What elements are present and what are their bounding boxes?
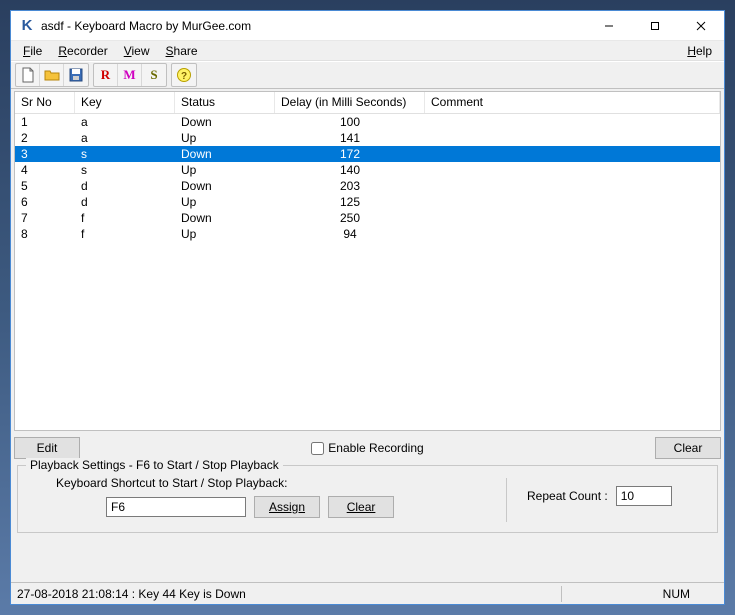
cell-status: Down [175, 146, 275, 162]
save-file-icon[interactable] [64, 64, 88, 86]
cell-delay: 100 [275, 114, 425, 130]
cell-key: d [75, 194, 175, 210]
status-numlock: NUM [663, 587, 718, 601]
cell-key: s [75, 146, 175, 162]
table-row[interactable]: 3sDown172 [15, 146, 720, 162]
toolbar: R M S ? [11, 61, 724, 89]
cell-comment [425, 226, 720, 242]
cell-sr: 8 [15, 226, 75, 242]
status-text: 27-08-2018 21:08:14 : Key 44 Key is Down [17, 587, 557, 601]
cell-key: f [75, 210, 175, 226]
repeat-count-input[interactable] [616, 486, 672, 506]
cell-status: Down [175, 178, 275, 194]
table-row[interactable]: 6dUp125 [15, 194, 720, 210]
cell-key: d [75, 178, 175, 194]
cell-comment [425, 210, 720, 226]
cell-delay: 203 [275, 178, 425, 194]
minimize-button[interactable] [586, 11, 632, 41]
cell-delay: 125 [275, 194, 425, 210]
cell-sr: 4 [15, 162, 75, 178]
cell-key: a [75, 130, 175, 146]
macro-button-icon[interactable]: M [118, 64, 142, 86]
cell-status: Up [175, 162, 275, 178]
repeat-count-label: Repeat Count : [527, 489, 608, 503]
cell-comment [425, 194, 720, 210]
playback-group-title: Playback Settings - F6 to Start / Stop P… [26, 458, 283, 472]
cell-sr: 7 [15, 210, 75, 226]
enable-recording-input[interactable] [311, 442, 324, 455]
playback-settings-group: Playback Settings - F6 to Start / Stop P… [17, 465, 718, 533]
table-row[interactable]: 4sUp140 [15, 162, 720, 178]
menu-share[interactable]: Share [158, 42, 206, 60]
cell-delay: 141 [275, 130, 425, 146]
cell-delay: 94 [275, 226, 425, 242]
cell-key: a [75, 114, 175, 130]
macro-table[interactable]: Sr No Key Status Delay (in Milli Seconds… [14, 91, 721, 431]
maximize-button[interactable] [632, 11, 678, 41]
new-file-icon[interactable] [16, 64, 40, 86]
assign-button[interactable]: Assign [254, 496, 320, 518]
table-row[interactable]: 2aUp141 [15, 130, 720, 146]
open-file-icon[interactable] [40, 64, 64, 86]
table-row[interactable]: 8fUp94 [15, 226, 720, 242]
table-row[interactable]: 1aDown100 [15, 114, 720, 130]
shortcut-label: Keyboard Shortcut to Start / Stop Playba… [56, 476, 486, 490]
col-status[interactable]: Status [175, 92, 275, 113]
col-key[interactable]: Key [75, 92, 175, 113]
clear-button[interactable]: Clear [655, 437, 721, 459]
cell-comment [425, 162, 720, 178]
cell-sr: 3 [15, 146, 75, 162]
svg-text:?: ? [181, 71, 187, 82]
menu-help[interactable]: Help [679, 42, 720, 60]
enable-recording-checkbox[interactable]: Enable Recording [311, 441, 423, 455]
table-header: Sr No Key Status Delay (in Milli Seconds… [15, 92, 720, 114]
app-icon: K [19, 18, 35, 34]
cell-comment [425, 130, 720, 146]
cell-key: s [75, 162, 175, 178]
enable-recording-label: Enable Recording [328, 441, 423, 455]
window-controls [586, 11, 724, 41]
statusbar: 27-08-2018 21:08:14 : Key 44 Key is Down… [11, 582, 724, 604]
cell-comment [425, 178, 720, 194]
clear-shortcut-button[interactable]: Clear [328, 496, 394, 518]
menubar: File Recorder View Share Help [11, 41, 724, 61]
cell-sr: 5 [15, 178, 75, 194]
col-comment[interactable]: Comment [425, 92, 720, 113]
cell-delay: 250 [275, 210, 425, 226]
cell-status: Up [175, 130, 275, 146]
cell-status: Down [175, 114, 275, 130]
cell-comment [425, 146, 720, 162]
shortcut-input[interactable] [106, 497, 246, 517]
close-button[interactable] [678, 11, 724, 41]
cell-sr: 6 [15, 194, 75, 210]
edit-button[interactable]: Edit [14, 437, 80, 459]
cell-sr: 2 [15, 130, 75, 146]
menu-recorder[interactable]: Recorder [50, 42, 115, 60]
stop-button-icon[interactable]: S [142, 64, 166, 86]
table-body: 1aDown1002aUp1413sDown1724sUp1405dDown20… [15, 114, 720, 242]
table-row[interactable]: 7fDown250 [15, 210, 720, 226]
cell-status: Up [175, 194, 275, 210]
cell-sr: 1 [15, 114, 75, 130]
col-delay[interactable]: Delay (in Milli Seconds) [275, 92, 425, 113]
menu-view[interactable]: View [116, 42, 158, 60]
menu-file[interactable]: File [15, 42, 50, 60]
titlebar[interactable]: K asdf - Keyboard Macro by MurGee.com [11, 11, 724, 41]
window-title: asdf - Keyboard Macro by MurGee.com [41, 19, 251, 33]
help-icon[interactable]: ? [172, 64, 196, 86]
cell-key: f [75, 226, 175, 242]
divider [506, 478, 507, 522]
cell-delay: 140 [275, 162, 425, 178]
table-row[interactable]: 5dDown203 [15, 178, 720, 194]
cell-comment [425, 114, 720, 130]
action-row: Edit Enable Recording Clear [14, 437, 721, 459]
record-button-icon[interactable]: R [94, 64, 118, 86]
app-window: K asdf - Keyboard Macro by MurGee.com Fi… [10, 10, 725, 605]
cell-delay: 172 [275, 146, 425, 162]
cell-status: Down [175, 210, 275, 226]
col-sr-no[interactable]: Sr No [15, 92, 75, 113]
cell-status: Up [175, 226, 275, 242]
